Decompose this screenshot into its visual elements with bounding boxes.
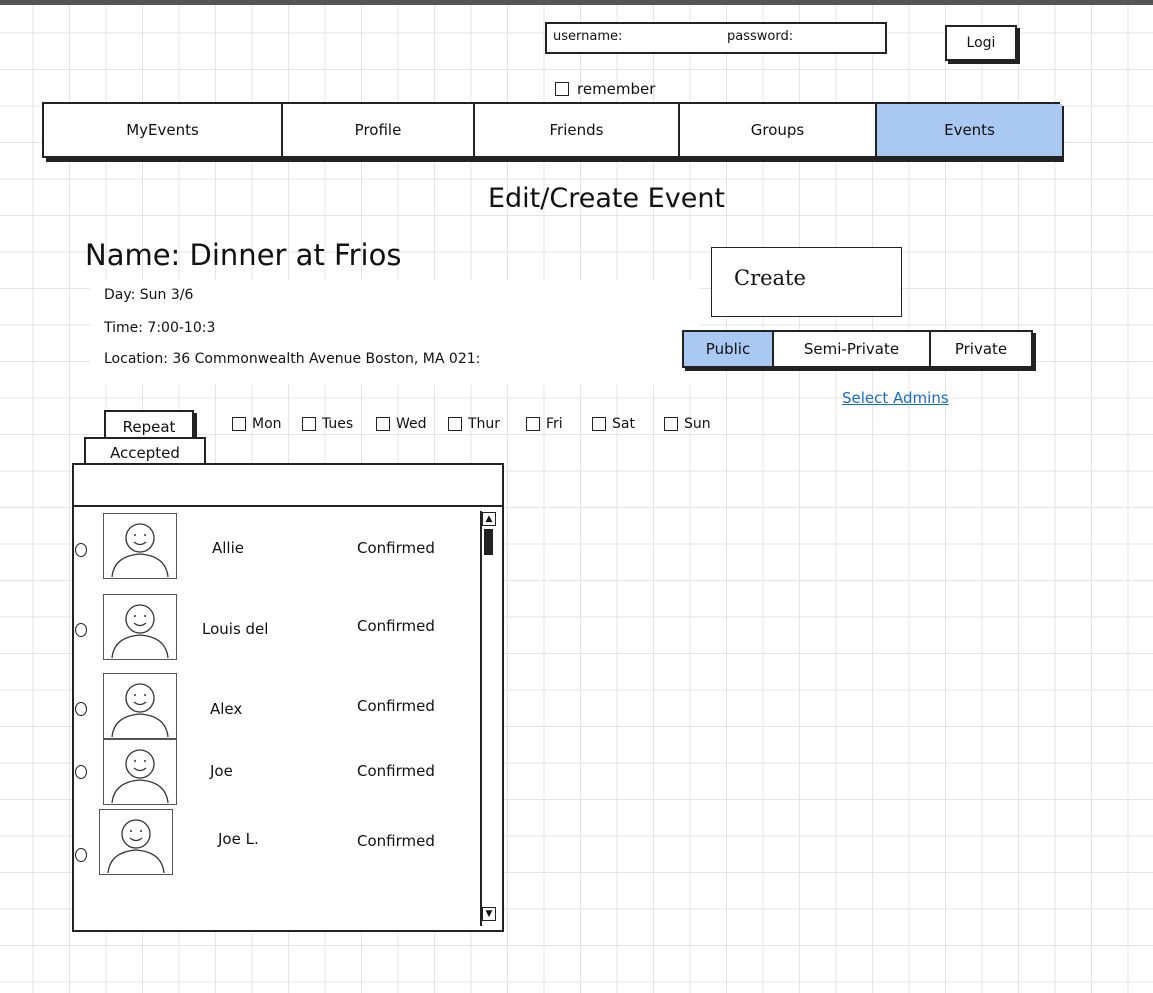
avatar-icon xyxy=(103,739,177,805)
tab-profile[interactable]: Profile xyxy=(283,104,475,156)
privacy-public-button[interactable]: Public xyxy=(684,332,774,366)
page-title: Edit/Create Event xyxy=(487,183,726,214)
top-border xyxy=(0,0,1153,5)
remember-checkbox[interactable]: remember xyxy=(555,80,655,98)
table-row[interactable] xyxy=(75,765,87,779)
day-checkbox-sat[interactable]: Sat xyxy=(592,416,635,432)
day-checkbox-wed[interactable]: Wed xyxy=(376,416,427,432)
login-box[interactable]: username: password: xyxy=(545,22,887,54)
event-name: Name: Dinner at Frios xyxy=(85,238,402,272)
day-label: Mon xyxy=(252,416,282,432)
checkbox-icon xyxy=(302,417,316,431)
table-row[interactable] xyxy=(75,702,87,716)
select-admins-link[interactable]: Select Admins xyxy=(842,389,949,407)
checkbox-icon xyxy=(448,417,462,431)
create-button[interactable]: Create xyxy=(711,247,902,317)
main-nav: MyEvents Profile Friends Groups Events xyxy=(42,102,1062,158)
privacy-selector: Public Semi-Private Private xyxy=(682,330,1033,368)
checkbox-icon xyxy=(592,417,606,431)
day-checkbox-tues[interactable]: Tues xyxy=(302,416,353,432)
radio-icon[interactable] xyxy=(75,765,87,779)
checkbox-icon xyxy=(376,417,390,431)
row-status: Confirmed xyxy=(357,832,435,850)
radio-icon[interactable] xyxy=(75,702,87,716)
radio-icon[interactable] xyxy=(75,543,87,557)
avatar-icon xyxy=(103,673,177,739)
row-name: Allie xyxy=(212,539,244,557)
row-name: Joe xyxy=(210,762,233,780)
table-row[interactable] xyxy=(75,543,87,557)
day-checkbox-fri[interactable]: Fri xyxy=(526,416,563,432)
checkbox-icon xyxy=(664,417,678,431)
tab-events[interactable]: Events xyxy=(877,104,1062,156)
tab-friends[interactable]: Friends xyxy=(475,104,680,156)
password-label: password: xyxy=(727,29,794,44)
scroll-up-arrow-icon[interactable]: ▲ xyxy=(482,512,496,526)
row-status: Confirmed xyxy=(357,762,435,780)
day-label: Sun xyxy=(684,416,711,432)
day-label: Tues xyxy=(322,416,354,432)
list-header xyxy=(74,465,502,507)
remember-label: remember xyxy=(577,80,656,98)
row-status: Confirmed xyxy=(357,539,435,557)
avatar-icon xyxy=(103,594,177,660)
radio-icon[interactable] xyxy=(75,623,87,637)
event-location: Location: 36 Commonwealth Avenue Boston,… xyxy=(104,351,481,367)
checkbox-icon xyxy=(555,82,569,96)
username-label: username: xyxy=(553,29,623,44)
day-label: Thur xyxy=(468,416,501,432)
row-name: Joe L. xyxy=(218,830,259,848)
row-status: Confirmed xyxy=(357,617,435,635)
event-time: Time: 7:00-10:3 xyxy=(104,320,216,336)
tab-groups[interactable]: Groups xyxy=(680,104,877,156)
day-label: Fri xyxy=(546,416,563,432)
privacy-private-button[interactable]: Private xyxy=(931,332,1031,366)
day-checkbox-thur[interactable]: Thur xyxy=(448,416,500,432)
row-name: Alex xyxy=(210,700,243,718)
privacy-semi-private-button[interactable]: Semi-Private xyxy=(774,332,931,366)
scroll-down-arrow-icon[interactable]: ▼ xyxy=(482,907,496,921)
avatar-icon xyxy=(103,513,177,579)
table-row[interactable] xyxy=(75,623,87,637)
scrollbar-thumb[interactable] xyxy=(484,529,493,555)
row-status: Confirmed xyxy=(357,697,435,715)
event-day: Day: Sun 3/6 xyxy=(104,287,194,303)
day-checkbox-sun[interactable]: Sun xyxy=(664,416,711,432)
tab-myevents[interactable]: MyEvents xyxy=(44,104,283,156)
day-checkbox-mon[interactable]: Mon xyxy=(232,416,282,432)
row-name: Louis del xyxy=(202,620,269,638)
avatar-icon xyxy=(99,809,173,875)
day-label: Sat xyxy=(612,416,635,432)
day-label: Wed xyxy=(396,416,427,432)
checkbox-icon xyxy=(232,417,246,431)
login-button[interactable]: Logi xyxy=(945,25,1017,61)
table-row[interactable] xyxy=(75,848,87,862)
checkbox-icon xyxy=(526,417,540,431)
radio-icon[interactable] xyxy=(75,848,87,862)
